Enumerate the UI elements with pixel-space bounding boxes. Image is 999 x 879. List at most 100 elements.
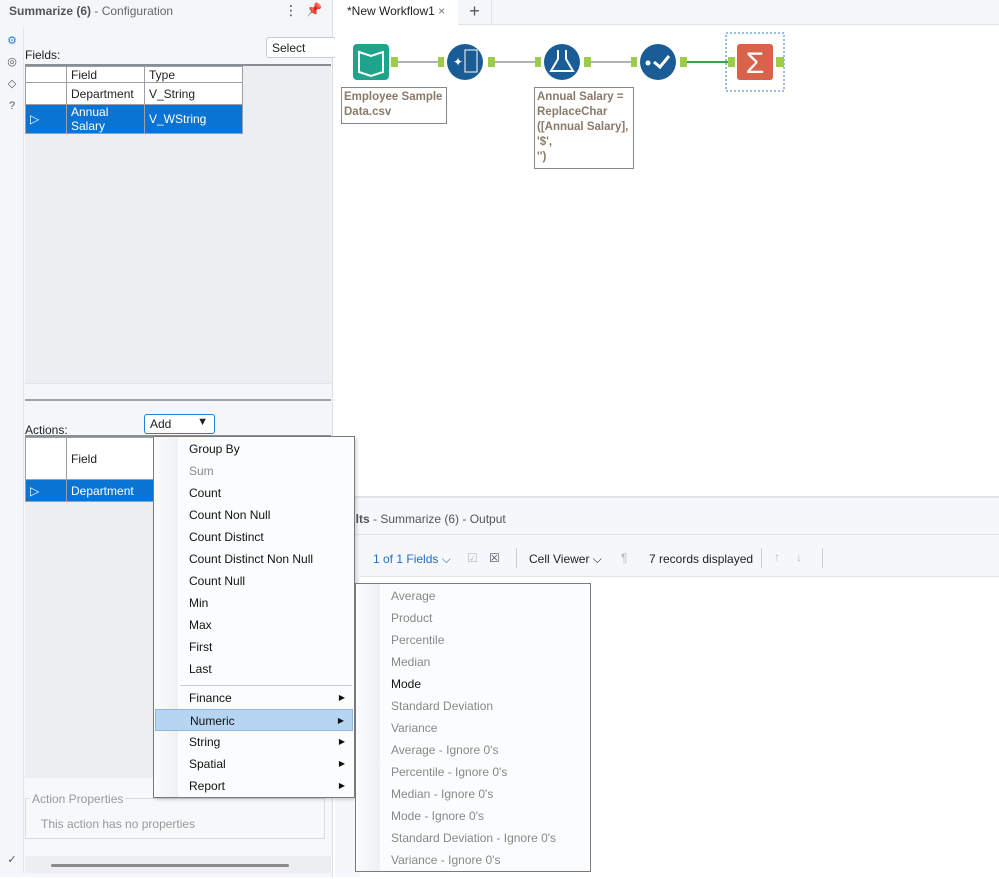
numeric-menu-item[interactable]: Product [357,607,589,629]
submenu-label: String [189,735,221,749]
tab-new-workflow[interactable]: *New Workflow1 × [335,0,458,26]
summarize-tool[interactable]: Σ [737,44,773,80]
menu-item[interactable]: First [155,636,353,658]
numeric-menu-item[interactable]: Percentile [357,629,589,651]
annotation-line: '$', [537,136,553,148]
menu-separator [180,685,352,686]
tab-label: *New Workflow1 [347,4,435,18]
records-count: 7 records displayed [649,552,754,566]
table-row[interactable]: ▷ Department [25,479,157,502]
annotation-line: ReplaceChar [537,106,608,118]
submenu-item[interactable]: Spatial ▶ [155,753,353,775]
numeric-menu-item[interactable]: Standard Deviation [357,695,589,717]
data-cleansing-tool[interactable]: ✦ [447,44,483,80]
numeric-menu-item[interactable]: Variance - Ignore 0's [357,849,589,871]
menu-item[interactable]: Count Distinct Non Null [155,548,353,570]
fields-table: Field Type Department V_String ▷ Annual Sal… [25,66,243,134]
gear-icon[interactable]: ⚙ [4,33,20,49]
table-row[interactable]: ▷ Annual Salary V_WString [25,104,243,134]
submenu-label: Spatial [189,757,226,771]
type-cell: V_WString [144,104,243,134]
submenu-item[interactable]: Finance ▶ [155,687,353,709]
numeric-menu-item[interactable]: Median [357,651,589,673]
chevron-right-icon: ▶ [338,781,345,790]
formula-tool[interactable] [544,44,580,80]
close-icon[interactable]: × [438,4,445,18]
add-label: Add [150,417,172,431]
submenu-item[interactable]: Numeric ▶ [155,709,353,731]
pilcrow-icon[interactable]: ¶ [621,551,627,565]
annotation-line: '') [537,151,547,163]
menu-item[interactable]: Group By [155,438,353,460]
checkbox-icon[interactable]: ☑ [467,551,478,565]
numeric-menu-item[interactable]: Mode - Ignore 0's [357,805,589,827]
fields-selector[interactable]: 1 of 1 Fields ⌵ [373,552,451,567]
panel-subtitle: - Configuration [94,4,174,18]
menu-item[interactable]: Count [155,482,353,504]
formula-annotation: Annual Salary = ReplaceChar ([Annual Salar… [534,87,634,169]
input-data-tool[interactable] [353,44,389,80]
help-icon[interactable]: ? [4,98,20,114]
row-pointer-icon: ▷ [25,104,67,134]
table-row[interactable]: Department V_String [25,82,243,105]
numeric-menu-item[interactable]: Mode [357,673,589,695]
field-cell: Annual Salary [66,104,145,134]
arrow-up-icon[interactable]: ↑ [774,550,780,564]
menu-item[interactable]: Max [155,614,353,636]
arrow-down-icon[interactable]: ↓ [796,550,802,564]
svg-text:Σ: Σ [746,47,765,80]
clear-icon[interactable]: ☒ [489,551,500,565]
chevron-right-icon: ▶ [337,716,344,725]
numeric-menu-item[interactable]: Average - Ignore 0's [357,739,589,761]
more-options-icon[interactable]: ⋮ [284,2,298,19]
menu-item[interactable]: Min [155,592,353,614]
horizontal-scrollbar[interactable] [51,864,289,867]
numeric-menu-item[interactable]: Average [357,585,589,607]
menu-item[interactable]: Count Distinct [155,526,353,548]
menu-item[interactable]: Sum [155,460,353,482]
cell-viewer-label: Cell Viewer [529,552,590,566]
chevron-right-icon: ▶ [338,693,345,702]
menu-item[interactable]: Count Non Null [155,504,353,526]
check-circle-icon[interactable]: ✓ [4,852,20,868]
numeric-menu-item[interactable]: Variance [357,717,589,739]
caret-down-icon: ▼ [197,416,208,428]
results-subtitle: - Summarize (6) - Output [373,512,506,526]
numeric-menu-item[interactable]: Percentile - Ignore 0's [357,761,589,783]
submenu-label: Numeric [190,714,235,728]
submenu-item[interactable]: String ▶ [155,731,353,753]
add-tab-button[interactable]: + [458,0,492,25]
numeric-submenu: Average Product Percentile Median Mode Standa… [355,583,591,872]
workflow-canvas[interactable]: ✦ Σ Employee Sample Data.csv Annual Sala… [335,26,999,496]
menu-item[interactable]: Last [155,658,353,680]
select-tool[interactable] [640,44,676,80]
type-cell: V_String [144,82,243,105]
numeric-menu-item[interactable]: Median - Ignore 0's [357,783,589,805]
action-properties-text: This action has no properties [41,817,196,831]
input-annotation: Employee Sample Data.csv [341,87,447,124]
field-cell: Department [66,82,145,105]
chevron-right-icon: ▶ [338,737,345,746]
fields-label: 1 of 1 Fields [373,552,439,566]
submenu-label: Finance [189,691,232,705]
action-properties-title: Action Properties [30,792,126,806]
numeric-menu-item[interactable]: Standard Deviation - Ignore 0's [357,827,589,849]
column-header-field: Field [66,66,145,83]
cell-viewer-dropdown[interactable]: Cell Viewer ⌵ [529,552,602,567]
add-action-menu: Group By Sum Count Count Non Null Count Dist… [153,436,355,798]
svg-text:✦: ✦ [453,55,463,69]
add-dropdown[interactable]: Add ▼ [144,414,215,434]
annotation-line: Annual Salary = [537,91,624,103]
tag-icon[interactable]: ◇ [4,76,20,92]
actions-table: Field ▷ Department [25,437,157,502]
select-dropdown[interactable]: Select [266,37,336,58]
chevron-right-icon: ▶ [338,759,345,768]
submenu-label: Report [189,779,226,793]
connection-icon[interactable]: ◎ [4,54,20,70]
menu-item[interactable]: Count Null [155,570,353,592]
row-pointer-icon: ▷ [25,479,67,502]
column-header-field: Field [66,437,157,480]
submenu-item[interactable]: Report ▶ [155,775,353,797]
annotation-line: ([Annual Salary], [537,121,629,133]
pin-icon[interactable]: 📌 [306,2,322,18]
